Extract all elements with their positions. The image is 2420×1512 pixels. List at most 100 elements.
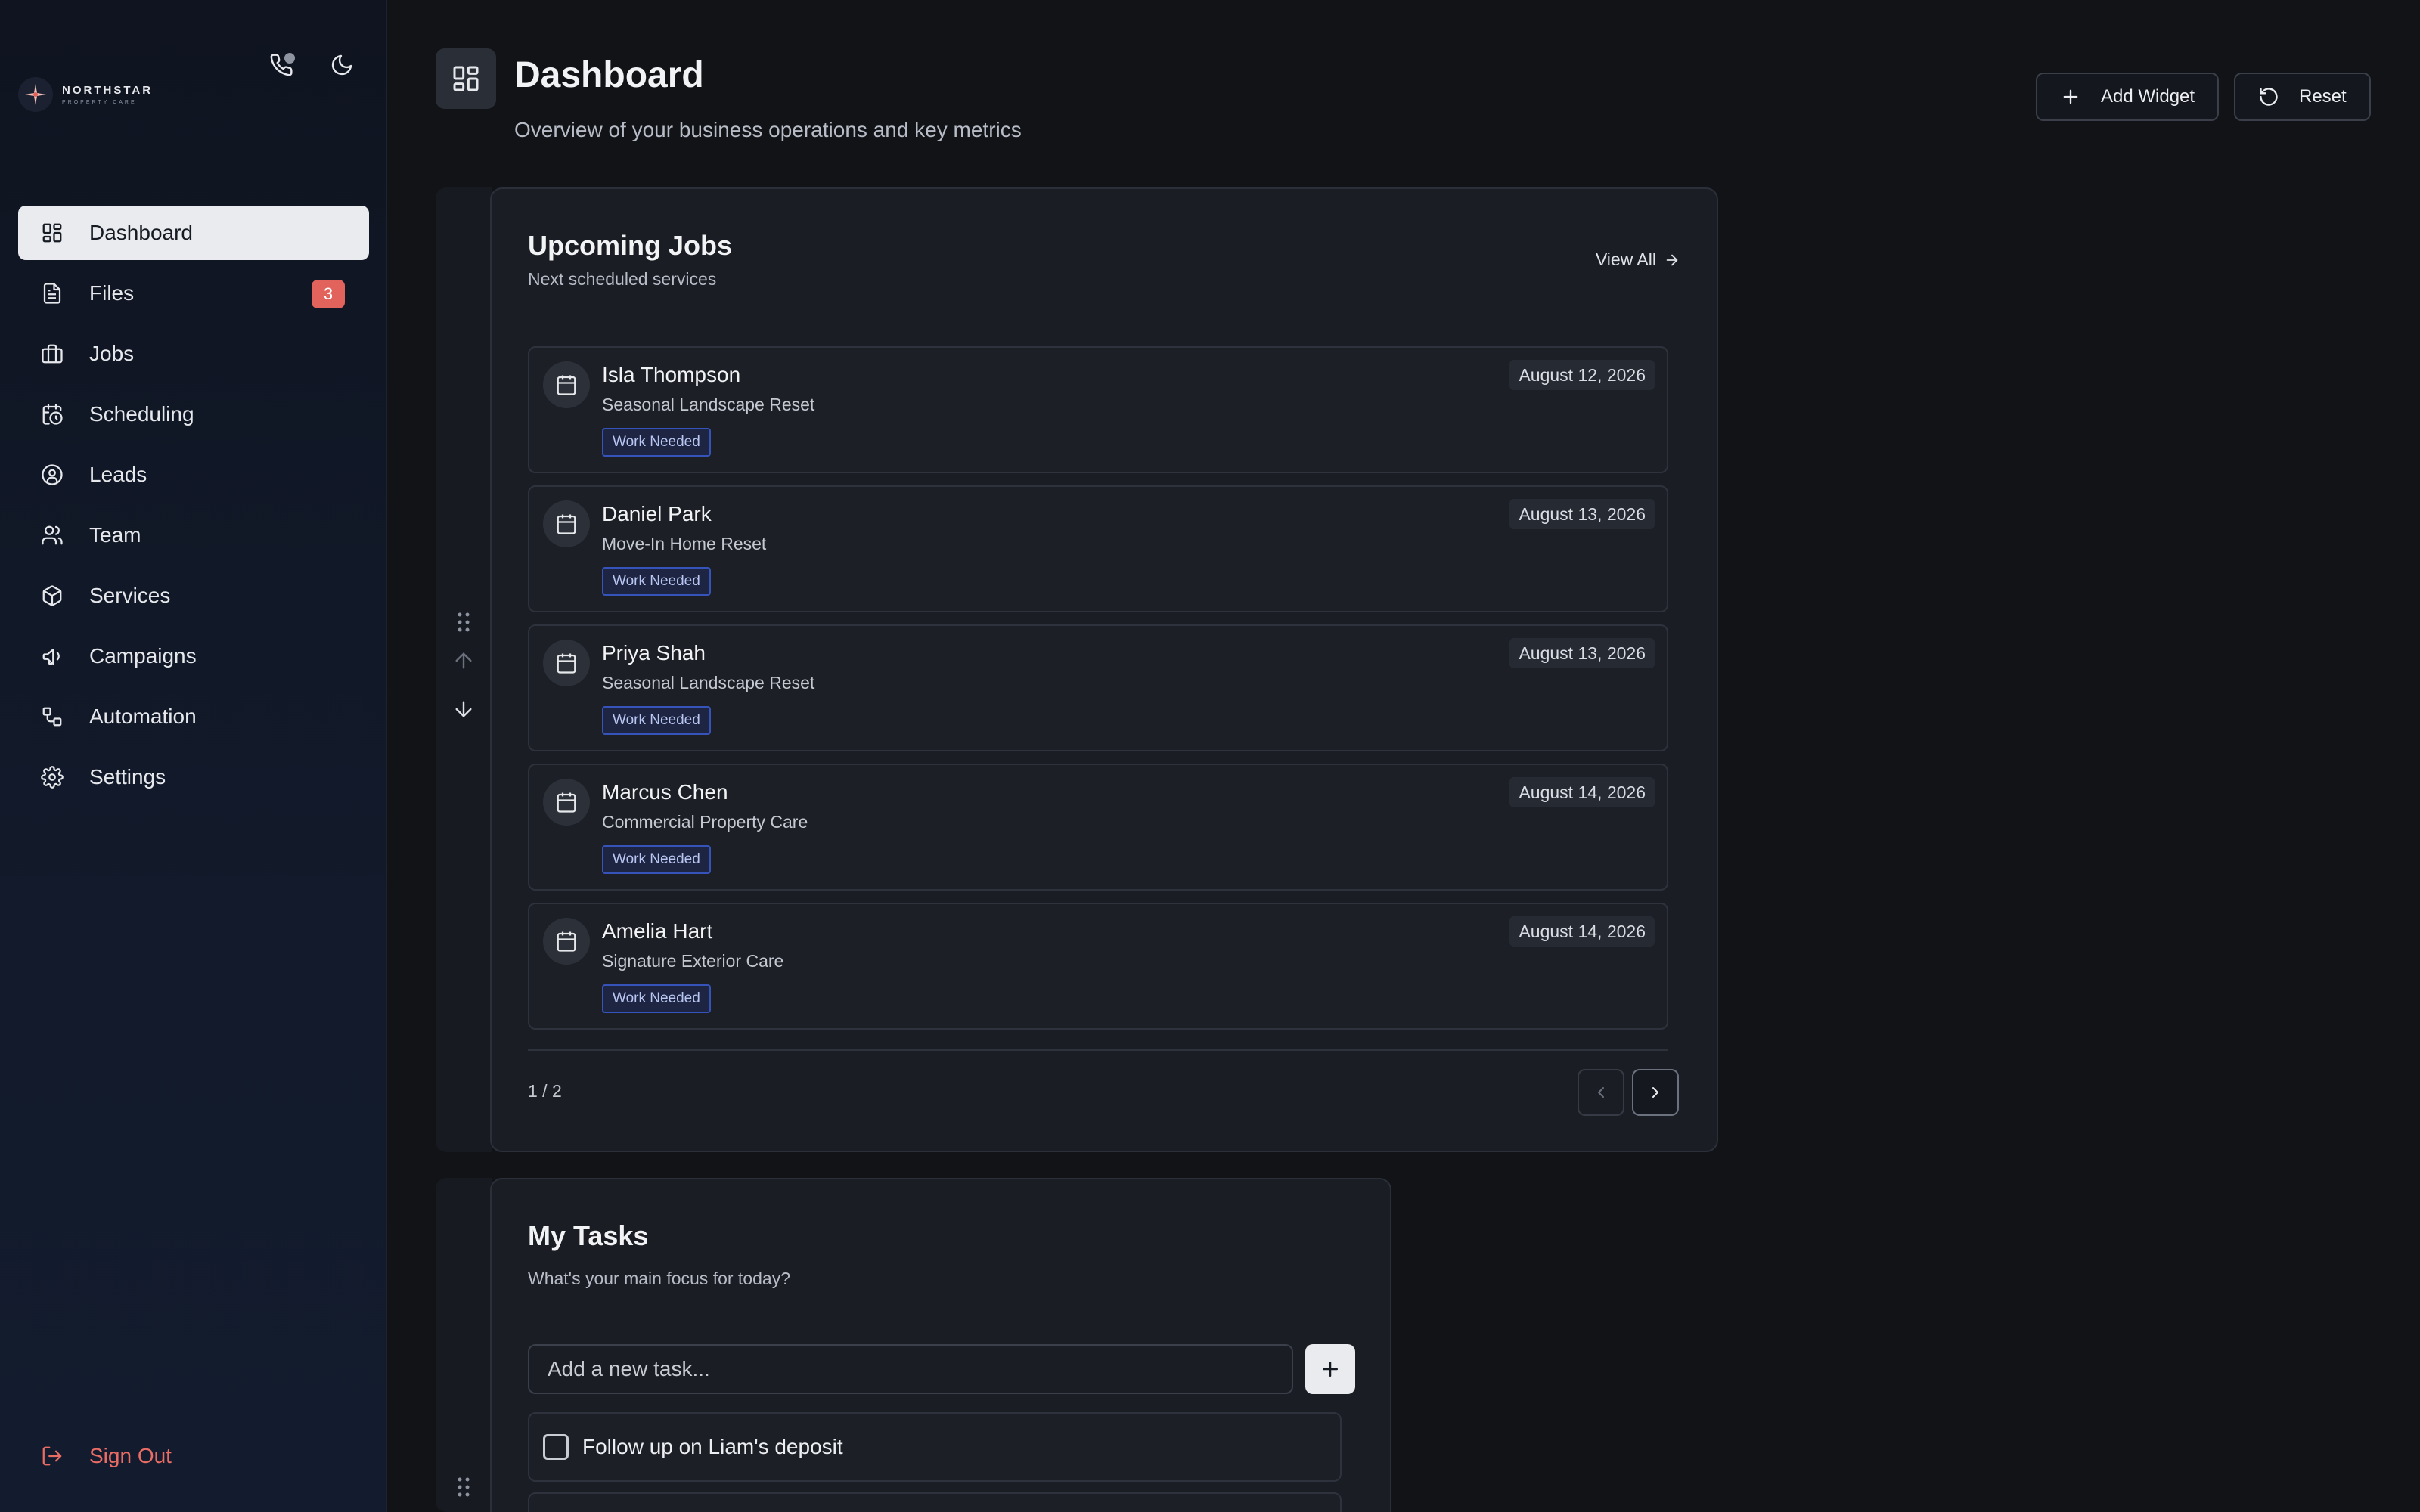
reset-icon (2260, 88, 2278, 106)
drag-handle-icon[interactable] (455, 611, 472, 634)
widget-title: My Tasks (528, 1220, 649, 1251)
next-page-button[interactable] (1632, 1069, 1679, 1116)
arrow-right-icon (1666, 254, 1678, 265)
job-row[interactable]: Marcus Chen Commercial Property Care Wor… (528, 764, 1668, 891)
sidebar-item-label: Files (89, 281, 135, 305)
sidebar-item-scheduling[interactable]: Scheduling (18, 387, 369, 442)
box-icon (42, 585, 62, 606)
sidebar-item-label: Services (89, 584, 171, 607)
sidebar-item-automation[interactable]: Automation (18, 689, 369, 744)
chevron-left-icon (1598, 1087, 1604, 1098)
sign-out-icon (42, 1446, 62, 1466)
sign-out-button[interactable]: Sign Out (41, 1444, 172, 1468)
user-circle-icon (42, 464, 63, 485)
add-widget-button[interactable]: Add Widget (2036, 73, 2220, 121)
users-icon (42, 525, 63, 545)
plus-icon (1323, 1362, 1338, 1377)
calendar-icon (543, 640, 590, 686)
sidebar-item-label: Jobs (89, 342, 135, 365)
job-client-name: Amelia Hart (602, 919, 713, 943)
files-count-badge: 3 (312, 280, 345, 308)
workflow-icon (42, 707, 62, 727)
sidebar-item-dashboard[interactable]: Dashboard (18, 206, 369, 260)
sidebar: NORTHSTAR PROPERTY CARE Dashboard Files … (0, 0, 387, 1512)
job-service: Commercial Property Care (602, 812, 808, 832)
sidebar-item-team[interactable]: Team (18, 508, 369, 562)
widget-controls-rail (436, 187, 492, 1152)
job-date: August 12, 2026 (1509, 360, 1655, 390)
add-task-button[interactable] (1305, 1344, 1355, 1394)
page-indicator: 1 / 2 (528, 1081, 562, 1101)
sidebar-item-label: Campaigns (89, 644, 197, 668)
job-client-name: Isla Thompson (602, 363, 741, 386)
page-title: Dashboard (514, 55, 704, 95)
sidebar-nav: Dashboard Files 3 Jobs Scheduling Leads … (18, 206, 369, 810)
job-row[interactable]: Amelia Hart Signature Exterior Care Work… (528, 903, 1668, 1030)
task-item[interactable] (528, 1492, 1342, 1512)
sidebar-item-label: Scheduling (89, 402, 194, 426)
new-task-input[interactable]: Add a new task... (528, 1344, 1293, 1394)
plus-icon (2063, 89, 2078, 104)
job-row[interactable]: Priya Shah Seasonal Landscape Reset Work… (528, 624, 1668, 751)
task-checkbox[interactable] (543, 1434, 569, 1460)
view-all-link[interactable]: View All (1596, 249, 1680, 270)
sidebar-item-campaigns[interactable]: Campaigns (18, 629, 369, 683)
job-date: August 14, 2026 (1509, 916, 1655, 947)
calendar-icon (543, 918, 590, 965)
job-service: Signature Exterior Care (602, 951, 784, 971)
reset-button[interactable]: Reset (2234, 73, 2371, 121)
reset-label: Reset (2299, 86, 2347, 107)
page-subtitle: Overview of your business operations and… (514, 118, 1022, 141)
phone-icon[interactable] (265, 48, 298, 82)
add-widget-label: Add Widget (2101, 86, 2195, 107)
job-client-name: Marcus Chen (602, 780, 728, 804)
drag-handle-icon[interactable] (455, 1476, 472, 1498)
sidebar-item-jobs[interactable]: Jobs (18, 327, 369, 381)
my-tasks-widget: My Tasks What's your main focus for toda… (490, 1178, 1392, 1512)
job-row[interactable]: Isla Thompson Seasonal Landscape Reset W… (528, 346, 1668, 473)
sign-out-label: Sign Out (89, 1444, 172, 1467)
file-icon (43, 283, 61, 304)
sidebar-item-files[interactable]: Files 3 (18, 266, 369, 321)
sidebar-item-label: Settings (89, 765, 166, 789)
job-status-badge: Work Needed (602, 984, 711, 1013)
sidebar-item-label: Dashboard (89, 221, 193, 244)
briefcase-icon (42, 344, 63, 364)
widget-subtitle: Next scheduled services (528, 269, 717, 289)
moon-icon[interactable] (325, 48, 358, 82)
sidebar-item-label: Team (89, 523, 141, 547)
job-row[interactable]: Daniel Park Move-In Home Reset Work Need… (528, 485, 1668, 612)
sidebar-item-settings[interactable]: Settings (18, 750, 369, 804)
sidebar-item-services[interactable]: Services (18, 569, 369, 623)
move-down-icon[interactable] (451, 697, 476, 721)
sidebar-item-label: Automation (89, 705, 197, 728)
widget-controls-rail (436, 1178, 492, 1512)
brand-name: NORTHSTAR (62, 83, 154, 97)
job-client-name: Daniel Park (602, 502, 712, 525)
gear-icon (41, 766, 64, 789)
task-label: Follow up on Liam's deposit (582, 1435, 843, 1458)
previous-page-button[interactable] (1578, 1069, 1624, 1116)
megaphone-icon (42, 649, 60, 665)
move-up-icon[interactable] (451, 649, 476, 673)
star-logo-icon (18, 77, 53, 112)
job-client-name: Priya Shah (602, 641, 706, 665)
sidebar-item-leads[interactable]: Leads (18, 448, 369, 502)
job-status-badge: Work Needed (602, 567, 711, 596)
calendar-icon (543, 361, 590, 408)
divider (528, 1049, 1668, 1051)
job-status-badge: Work Needed (602, 428, 711, 457)
job-service: Move-In Home Reset (602, 534, 767, 553)
dashboard-header-icon (436, 48, 496, 109)
upcoming-jobs-widget: Upcoming Jobs Next scheduled services Vi… (490, 187, 1718, 1152)
task-item[interactable]: Follow up on Liam's deposit (528, 1412, 1342, 1482)
chevron-right-icon (1652, 1087, 1658, 1098)
widget-title: Upcoming Jobs (528, 230, 733, 261)
status-dot (284, 53, 295, 64)
view-all-label: View All (1595, 249, 1656, 269)
job-date: August 14, 2026 (1509, 777, 1655, 807)
brand-tagline: PROPERTY CARE (62, 99, 137, 105)
job-date: August 13, 2026 (1509, 638, 1655, 668)
brand-logo[interactable]: NORTHSTAR PROPERTY CARE (18, 77, 153, 112)
job-status-badge: Work Needed (602, 845, 711, 874)
